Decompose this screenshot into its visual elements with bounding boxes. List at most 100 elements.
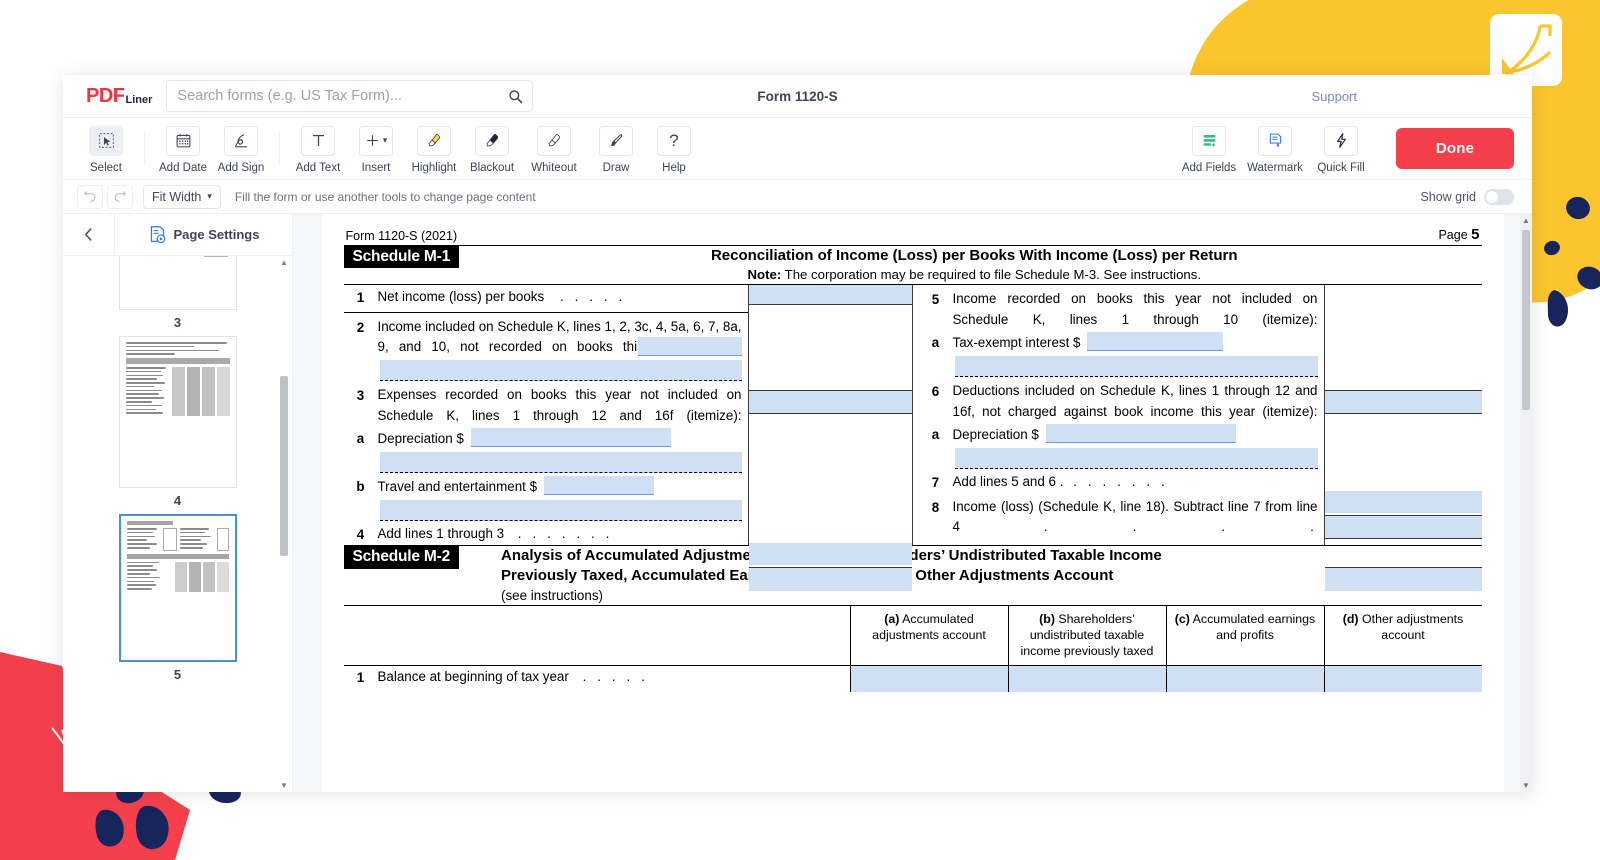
chevron-down-icon: ▾	[382, 135, 388, 145]
pdfliner-app-window: P D F Liner Form 1120-S Support	[63, 75, 1532, 792]
show-grid-toggle[interactable]	[1484, 188, 1514, 205]
line-6a-amount-field[interactable]	[1324, 491, 1482, 514]
tool-blackout-label: Blackout	[469, 161, 515, 174]
line-8-amount-field[interactable]	[1324, 567, 1482, 592]
schedule-m2-tag: Schedule M-2	[343, 546, 460, 569]
line-6a-itemize-field[interactable]	[954, 447, 1318, 469]
page-thumbnail[interactable]	[118, 336, 237, 488]
thumbnail-scroll-down-arrow[interactable]: ▼	[280, 781, 288, 790]
tool-insert-label: Insert	[361, 161, 391, 174]
thumbnail-list[interactable]: 3 4 5 ▲ ▼	[63, 256, 292, 792]
tool-insert[interactable]: ▾ Insert	[347, 125, 405, 174]
leader-dots: . . . .	[1043, 519, 1318, 535]
tool-blackout[interactable]: Blackout	[463, 125, 521, 174]
tool-select[interactable]: Select	[77, 125, 135, 174]
line-6a-depreciation-field[interactable]	[1045, 424, 1236, 444]
document-viewport[interactable]: Form 1120-S (2021) Page 5 Schedule M-1 R…	[293, 214, 1532, 792]
tool-blackout-box	[475, 125, 509, 156]
m2-row-1-label: 1 Balance at beginning of tax year . . .…	[344, 666, 850, 692]
m2-row-1-cell-d[interactable]	[1323, 666, 1482, 693]
thumbnail-item[interactable]: 4	[63, 336, 292, 508]
search-button[interactable]	[498, 81, 532, 111]
thumbnail-item[interactable]: 3	[63, 256, 292, 330]
line-5a-taxexempt-field[interactable]	[1087, 332, 1224, 352]
done-button[interactable]: Done	[1396, 128, 1514, 169]
zoom-select[interactable]: Fit Width ▾	[143, 184, 221, 209]
pdf-page[interactable]: Form 1120-S (2021) Page 5 Schedule M-1 R…	[321, 214, 1504, 792]
line-3a-depreciation-field[interactable]	[470, 428, 671, 448]
line-3a-itemize-field[interactable]	[379, 451, 742, 473]
document-scrollbar[interactable]: ▲ ▼	[1520, 214, 1532, 792]
schedule-m1-header: Schedule M-1 Reconciliation of Income (L…	[343, 245, 1482, 284]
tool-watermark-box	[1258, 125, 1292, 156]
schedule-m1-tag: Schedule M-1	[343, 246, 460, 269]
page-thumbnail[interactable]	[118, 256, 237, 310]
line-5a-amount-field[interactable]	[1324, 390, 1482, 415]
page-label: Page	[1438, 228, 1468, 242]
line-number: b	[356, 478, 365, 494]
chevron-left-icon	[85, 228, 92, 241]
tool-whiteout[interactable]: Whiteout	[521, 125, 587, 174]
editor-toolbar: Select Add Date Add Sign Add Text ▾ Inse…	[63, 118, 1532, 180]
tool-add-text[interactable]: Add Text	[289, 125, 347, 174]
tool-help[interactable]: ? Help	[645, 125, 703, 174]
thumbnail-item[interactable]: 5	[63, 514, 292, 682]
schedule-m1-right-column: 5 Income recorded on books this year not…	[913, 285, 1482, 592]
pdfliner-logo[interactable]: P D F Liner	[86, 85, 152, 108]
line-4-amount-field[interactable]	[748, 567, 912, 592]
tool-watermark[interactable]: Watermark	[1242, 125, 1308, 174]
form-line-6a: a Depreciation $	[919, 422, 1324, 469]
support-link[interactable]: Support	[1311, 89, 1357, 104]
line-2-itemize-field-2[interactable]	[379, 359, 742, 381]
line-label: Depreciation $	[378, 428, 748, 450]
line-number: 8	[931, 499, 940, 515]
page-settings-button[interactable]: Page Settings	[115, 214, 292, 255]
m2-row-1-cell-b[interactable]	[1007, 666, 1166, 693]
line-2-itemize-field[interactable]	[637, 336, 742, 356]
tool-quick-fill-box	[1324, 125, 1358, 156]
tool-select-label: Select	[90, 161, 122, 174]
line-5a-itemize-field[interactable]	[954, 355, 1318, 377]
show-grid-control[interactable]: Show grid	[1420, 188, 1514, 205]
line-3b-travel-field[interactable]	[543, 475, 654, 495]
line-7-amount-field[interactable]	[1324, 515, 1482, 540]
tool-add-date[interactable]: Add Date	[154, 125, 212, 174]
thumbnail-preview	[126, 521, 229, 592]
tool-quick-fill[interactable]: Quick Fill	[1308, 125, 1374, 174]
tool-add-sign-label: Add Sign	[217, 161, 265, 174]
m2-row-1-cell-c[interactable]	[1165, 666, 1324, 693]
document-scroll-up-arrow[interactable]: ▲	[1520, 216, 1532, 225]
line-1-amount-field[interactable]	[748, 285, 912, 306]
line-number: 1	[356, 290, 365, 306]
redo-icon	[114, 190, 126, 202]
page-settings-icon	[150, 226, 165, 244]
thumbnail-scroll-up-arrow[interactable]: ▲	[280, 258, 288, 267]
collapse-sidebar-button[interactable]	[63, 214, 115, 255]
m2-row-1-cell-a[interactable]	[849, 666, 1008, 693]
leader-dots: . . . . . . .	[517, 525, 613, 541]
tool-draw-box	[599, 125, 633, 156]
redo-button[interactable]	[107, 184, 133, 209]
line-number: 1	[356, 670, 365, 686]
tool-add-fields[interactable]: Add Fields	[1176, 125, 1242, 174]
line-3b-itemize-field[interactable]	[379, 499, 742, 521]
form-line-7: 7 Add lines 5 and 6 . . . . . . . .	[919, 469, 1324, 494]
show-grid-label: Show grid	[1420, 189, 1476, 204]
tool-highlight[interactable]: Highlight	[405, 125, 463, 174]
tool-draw[interactable]: Draw	[587, 125, 645, 174]
document-scroll-down-arrow[interactable]: ▼	[1520, 781, 1532, 790]
undo-button[interactable]	[77, 184, 103, 209]
logo-suffix: Liner	[125, 93, 153, 106]
search-box[interactable]	[166, 80, 534, 112]
search-input[interactable]	[167, 81, 499, 111]
tool-add-sign[interactable]: Add Sign	[212, 125, 270, 174]
page-thumbnail-selected[interactable]	[118, 514, 237, 662]
thumbnail-scrollbar-thumb[interactable]	[280, 376, 288, 556]
tool-help-label: Help	[662, 161, 686, 174]
toolbar-divider-2	[279, 131, 280, 166]
line-number: a	[931, 427, 940, 443]
line-2-amount-field[interactable]	[748, 390, 912, 415]
document-scrollbar-thumb[interactable]	[1522, 230, 1530, 410]
line-3b-amount-field[interactable]	[748, 543, 912, 566]
schedule-m2-row-1: 1 Balance at beginning of tax year . . .…	[343, 665, 1482, 693]
